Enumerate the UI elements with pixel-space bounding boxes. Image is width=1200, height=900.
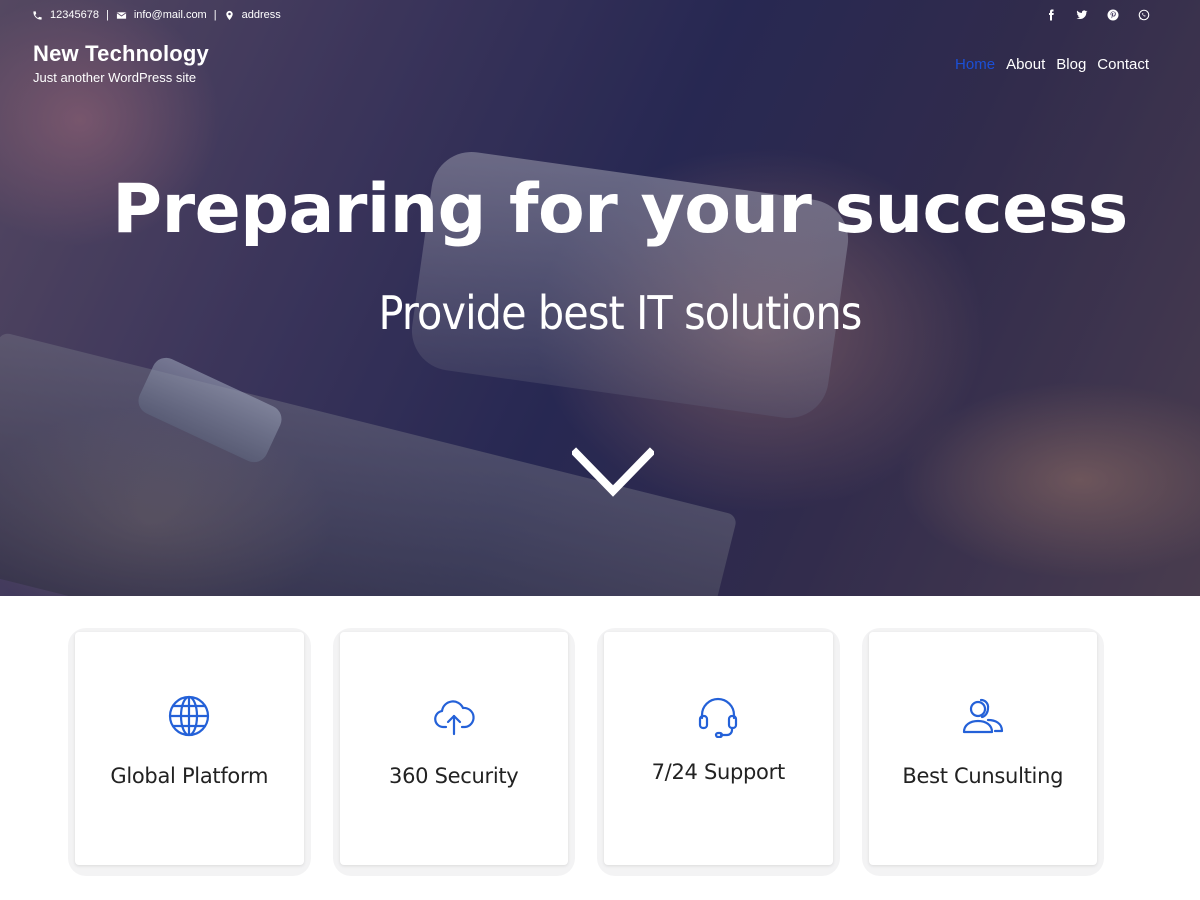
feature-label: Best Cunsulting: [902, 764, 1064, 788]
social-links: [1045, 9, 1150, 21]
feature-card: 7/24 Support: [597, 628, 840, 876]
separator: |: [213, 9, 217, 21]
contact-email[interactable]: info@mail.com: [116, 9, 207, 21]
nav-item-blog[interactable]: Blog: [1056, 56, 1086, 73]
chevron-down-icon[interactable]: [572, 447, 654, 499]
facebook-icon[interactable]: [1045, 9, 1057, 21]
map-marker-icon: [225, 10, 233, 20]
feature-card-body: Best Cunsulting: [868, 632, 1097, 865]
globe-icon: [169, 695, 210, 737]
phone-text: 12345678: [50, 9, 99, 21]
feature-label: Global Platform: [110, 764, 269, 788]
feature-card: Global Platform: [68, 628, 311, 876]
feature-card-body: Global Platform: [75, 632, 304, 865]
nav-item-about[interactable]: About: [1006, 56, 1045, 73]
cloud-upload-icon: [433, 700, 475, 736]
contact-phone: 12345678: [32, 9, 99, 21]
site-title[interactable]: New Technology: [33, 41, 209, 67]
feature-card-body: 360 Security: [339, 632, 568, 865]
feature-card: 360 Security: [332, 628, 575, 876]
nav-item-contact[interactable]: Contact: [1097, 56, 1149, 73]
phone-icon: [33, 10, 42, 20]
feature-label: 7/24 Support: [651, 760, 786, 784]
users-icon: [962, 698, 1003, 734]
top-bar: 12345678 | info@mail.com | address: [32, 5, 1150, 25]
feature-card: Best Cunsulting: [861, 628, 1104, 876]
contact-info: 12345678 | info@mail.com | address: [32, 9, 281, 21]
hero-subtitle: Provide best IT solutions: [378, 286, 863, 340]
pinterest-icon[interactable]: [1107, 9, 1119, 21]
whatsapp-icon[interactable]: [1138, 9, 1150, 21]
feature-card-body: 7/24 Support: [604, 632, 833, 865]
hero-section: 12345678 | info@mail.com | address New T…: [0, 0, 1200, 596]
main-nav: Home About Blog Contact: [955, 56, 1149, 73]
contact-address: address: [224, 9, 281, 21]
feature-label: 360 Security: [389, 764, 519, 788]
envelope-icon: [116, 11, 127, 19]
twitter-icon[interactable]: [1076, 9, 1088, 21]
headset-icon: [699, 697, 738, 738]
features-section: Global Platform 360 Security 7/24 Suppor…: [68, 628, 1104, 876]
address-text: address: [241, 9, 281, 21]
site-branding: New Technology Just another WordPress si…: [33, 41, 209, 85]
site-tagline: Just another WordPress site: [33, 70, 197, 85]
email-text[interactable]: info@mail.com: [134, 9, 207, 21]
separator: |: [105, 9, 109, 21]
hero-title: Preparing for your success: [112, 170, 1128, 249]
nav-item-home[interactable]: Home: [955, 56, 995, 73]
